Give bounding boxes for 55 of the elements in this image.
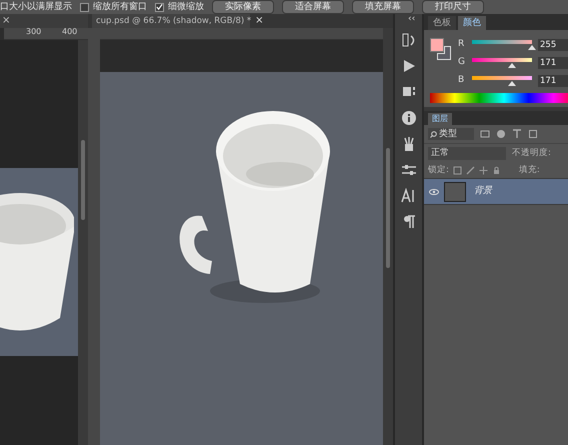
checkbox-label: 细微缩放 [168, 2, 204, 12]
filter-dropdown[interactable]: 类型 [428, 128, 474, 140]
lock-icon[interactable] [492, 166, 501, 175]
panel-tab[interactable]: 图层 [428, 113, 452, 125]
slider[interactable] [472, 74, 532, 86]
circle-filter-icon[interactable] [496, 129, 506, 139]
slider-thumb[interactable] [508, 62, 516, 68]
value-field[interactable]: 171 [538, 74, 568, 86]
info-icon[interactable] [400, 110, 416, 126]
close-button[interactable]: × [255, 16, 264, 26]
fill-label: 填充: [518, 166, 540, 175]
checkbox[interactable] [155, 2, 164, 12]
ruler-label: 300 [26, 28, 42, 36]
option-label: 口大小以满屏显示 [0, 2, 72, 12]
panel-tab[interactable]: 颜色 [458, 16, 486, 30]
checkbox-label: 缩放所有窗口 [93, 2, 147, 12]
blend-mode-dropdown[interactable]: 正常 [428, 147, 506, 160]
lock-label: 锁定: [428, 166, 449, 175]
slider-thumb[interactable] [508, 80, 516, 86]
layer-name: 背景 [474, 187, 492, 196]
layer-thumbnail [444, 182, 466, 202]
toolbar-button[interactable]: 打印尺寸 [422, 0, 484, 14]
eye-icon[interactable] [429, 188, 439, 194]
value-field[interactable]: 255 [538, 38, 568, 50]
color-spectrum[interactable] [430, 93, 568, 103]
adjustments-icon[interactable] [400, 162, 416, 178]
scrollbar-thumb[interactable] [81, 140, 85, 220]
opacity-label: 不透明度: [512, 149, 551, 158]
toolbar-button[interactable]: 填充屏幕 [352, 0, 414, 14]
character-icon[interactable] [400, 188, 416, 204]
value-field[interactable]: 171 [538, 56, 568, 68]
shape-filter-icon[interactable] [528, 129, 538, 139]
toolbar-button[interactable]: 实际像素 [212, 0, 274, 14]
slider[interactable] [472, 56, 532, 68]
channel-label: G [458, 58, 466, 67]
close-button[interactable]: × [2, 16, 10, 26]
panel-tab[interactable]: 色板 [428, 16, 456, 30]
lock-pixels-icon[interactable] [452, 166, 462, 175]
channel-label: B [458, 76, 466, 85]
layer-row[interactable]: 背景 [424, 179, 568, 205]
checkbox[interactable] [80, 2, 89, 12]
scrollbar-thumb[interactable] [386, 148, 390, 268]
document-title: cup.psd @ 66.7% (shadow, RGB/8) * [96, 16, 252, 26]
ruler-label: 400 [62, 28, 78, 36]
filter-label: 类型 [439, 130, 457, 138]
text-filter-icon[interactable] [512, 129, 522, 139]
foreground-swatch[interactable] [430, 38, 444, 52]
channel-label: R [458, 40, 466, 49]
image-filter-icon[interactable] [480, 129, 490, 139]
history-icon[interactable] [400, 32, 416, 48]
search-icon [430, 130, 437, 138]
move-icon[interactable] [478, 166, 488, 175]
toolbar-button[interactable]: 适合屏幕 [282, 0, 344, 14]
collapse-button[interactable]: ‹‹ [408, 15, 416, 24]
background-swatch[interactable] [437, 46, 451, 60]
